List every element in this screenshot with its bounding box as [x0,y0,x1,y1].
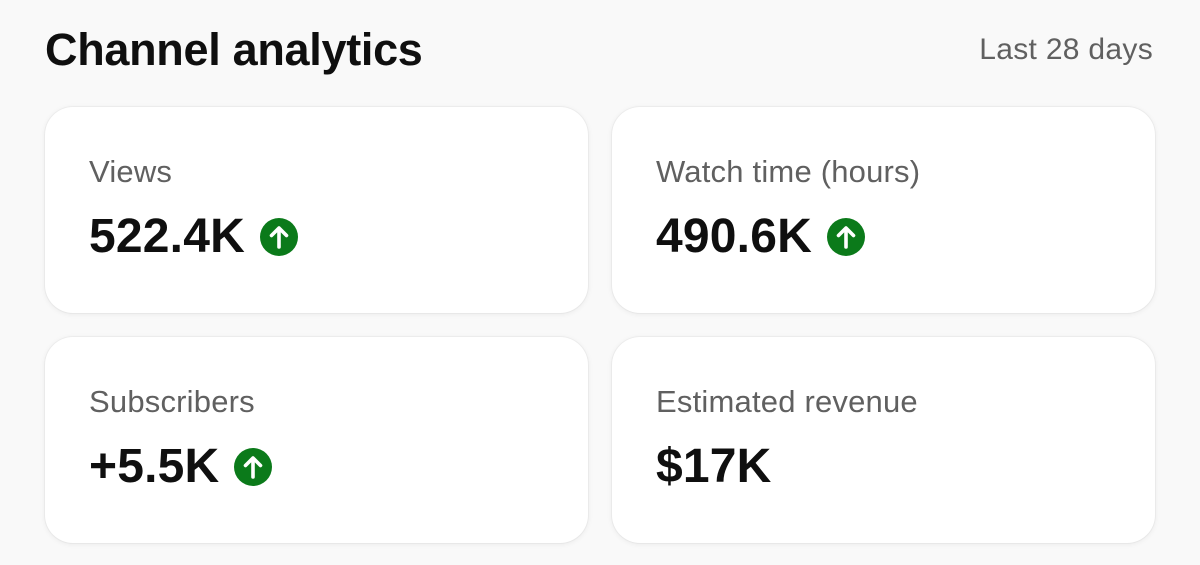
subscribers-value-row: +5.5K [89,439,588,495]
views-value: 522.4K [89,210,245,263]
arrow-up-circle-icon [826,217,866,257]
revenue-value: $17K [656,440,772,493]
metrics-grid: Views 522.4K Watch time (hours) 490.6K S… [45,107,1155,543]
revenue-card[interactable]: Estimated revenue $17K [612,337,1155,543]
watch-time-label: Watch time (hours) [656,154,921,189]
watch-time-value: 490.6K [656,210,812,263]
analytics-header: Channel analytics Last 28 days [45,20,1153,80]
subscribers-card[interactable]: Subscribers +5.5K [45,337,588,543]
subscribers-label: Subscribers [89,384,255,419]
views-value-row: 522.4K [89,209,588,265]
revenue-value-row: $17K [656,439,1155,495]
page-title: Channel analytics [45,24,423,75]
subscribers-value: +5.5K [89,440,220,493]
views-card[interactable]: Views 522.4K [45,107,588,313]
revenue-label: Estimated revenue [656,384,918,419]
arrow-up-circle-icon [233,447,273,487]
arrow-up-circle-icon [259,217,299,257]
watch-time-value-row: 490.6K [656,209,1155,265]
views-label: Views [89,154,173,189]
watch-time-card[interactable]: Watch time (hours) 490.6K [612,107,1155,313]
date-range-selector[interactable]: Last 28 days [979,33,1153,67]
